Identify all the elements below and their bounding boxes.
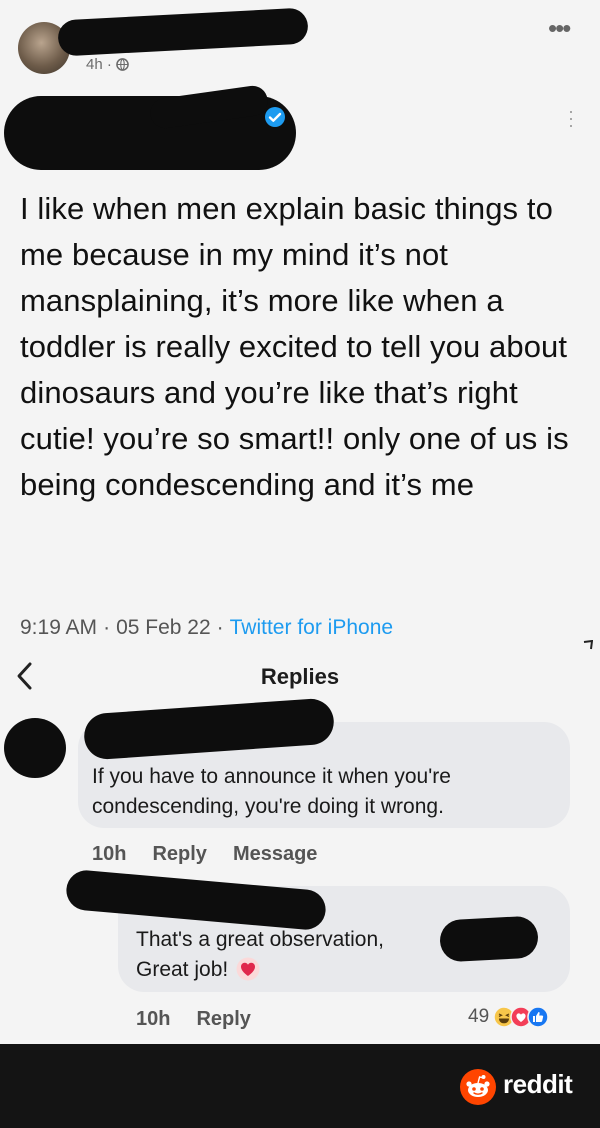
commenter-avatar[interactable] <box>4 718 66 778</box>
post-timestamp: 4h · <box>86 56 129 73</box>
reply-line-1: That's a great observation, <box>136 928 384 951</box>
reply-line-2: Great job! <box>136 958 229 981</box>
reply-actions: 10h Reply <box>136 1008 251 1031</box>
comment-actions: 10h Reply Message <box>92 843 317 866</box>
more-horizontal-icon[interactable]: ••• <box>548 15 571 41</box>
tweet-date: 05 Feb 22 <box>116 616 211 639</box>
globe-icon <box>116 58 129 71</box>
replies-title: Replies <box>260 664 340 689</box>
reply-button[interactable]: Reply <box>152 843 206 866</box>
post-time: 4h · <box>86 56 112 73</box>
tweet-source-link[interactable]: Twitter for iPhone <box>230 616 393 639</box>
reaction-summary[interactable]: 49 <box>468 1006 549 1028</box>
reaction-count: 49 <box>468 1006 490 1027</box>
reply-age: 10h <box>136 1008 171 1030</box>
redacted-mention <box>438 915 540 963</box>
corner-arrow-icon <box>583 640 593 650</box>
message-button[interactable]: Message <box>233 843 318 866</box>
reddit-logo-icon <box>460 1069 496 1105</box>
more-vertical-icon[interactable]: · · · <box>566 102 576 134</box>
verified-badge-icon <box>265 107 285 127</box>
like-icon <box>527 1006 549 1028</box>
reply-button-2[interactable]: Reply <box>196 1008 250 1031</box>
comment-age: 10h <box>92 843 127 865</box>
tweet-text: I like when men explain basic things to … <box>20 191 569 502</box>
tweet-time: 9:19 AM <box>20 616 98 639</box>
comment-text: If you have to announce it when you're c… <box>92 765 451 818</box>
red-heart-icon <box>236 957 260 981</box>
tweet-meta: 9:19 AM · 05 Feb 22 · Twitter for iPhone <box>20 616 394 639</box>
reddit-wordmark: reddit <box>503 1069 573 1099</box>
